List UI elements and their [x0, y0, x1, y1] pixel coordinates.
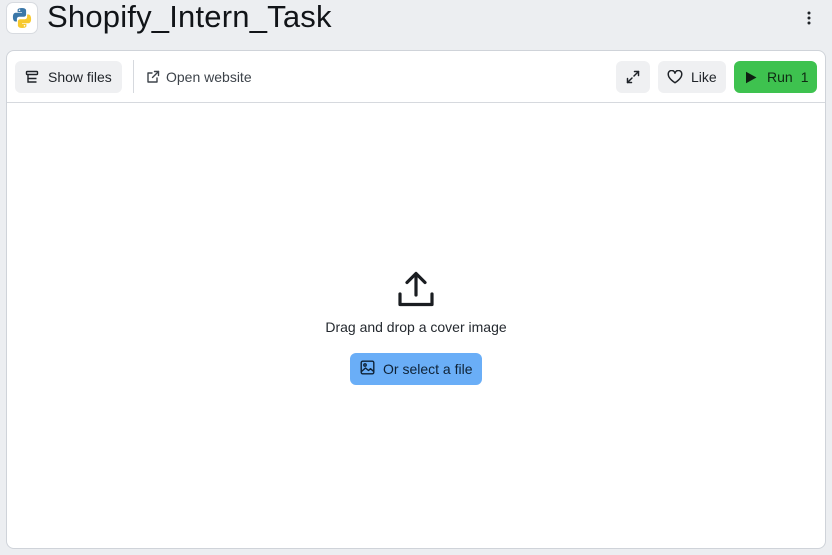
toolbar-divider [133, 60, 134, 93]
play-icon [745, 71, 757, 84]
external-link-icon [146, 70, 160, 84]
show-files-label: Show files [48, 69, 112, 85]
show-files-button[interactable]: Show files [15, 61, 122, 93]
run-label: Run [767, 69, 793, 85]
expand-icon [626, 70, 640, 84]
dropzone-prompt: Drag and drop a cover image [325, 319, 507, 335]
open-website-link[interactable]: Open website [142, 61, 256, 93]
image-icon [360, 360, 375, 378]
files-icon [25, 70, 39, 84]
kebab-menu-icon[interactable] [799, 8, 819, 28]
toolbar: Show files Open website Like Run 1 [7, 51, 825, 103]
app-title: Shopify_Intern_Task [47, 0, 332, 34]
upload-icon [394, 268, 438, 312]
select-file-button[interactable]: Or select a file [350, 353, 482, 385]
run-button[interactable]: Run 1 [734, 61, 817, 93]
python-logo-icon [6, 2, 38, 34]
file-dropzone[interactable]: Drag and drop a cover image Or select a … [7, 103, 825, 548]
like-button[interactable]: Like [658, 61, 726, 93]
select-file-label: Or select a file [383, 361, 473, 377]
like-label: Like [691, 69, 717, 85]
heart-icon [667, 70, 683, 84]
fullscreen-button[interactable] [616, 61, 650, 93]
open-website-label: Open website [166, 69, 252, 85]
run-count: 1 [800, 69, 809, 85]
top-bar: Shopify_Intern_Task [0, 0, 832, 40]
app-panel: Show files Open website Like Run 1 Drag … [6, 50, 826, 549]
